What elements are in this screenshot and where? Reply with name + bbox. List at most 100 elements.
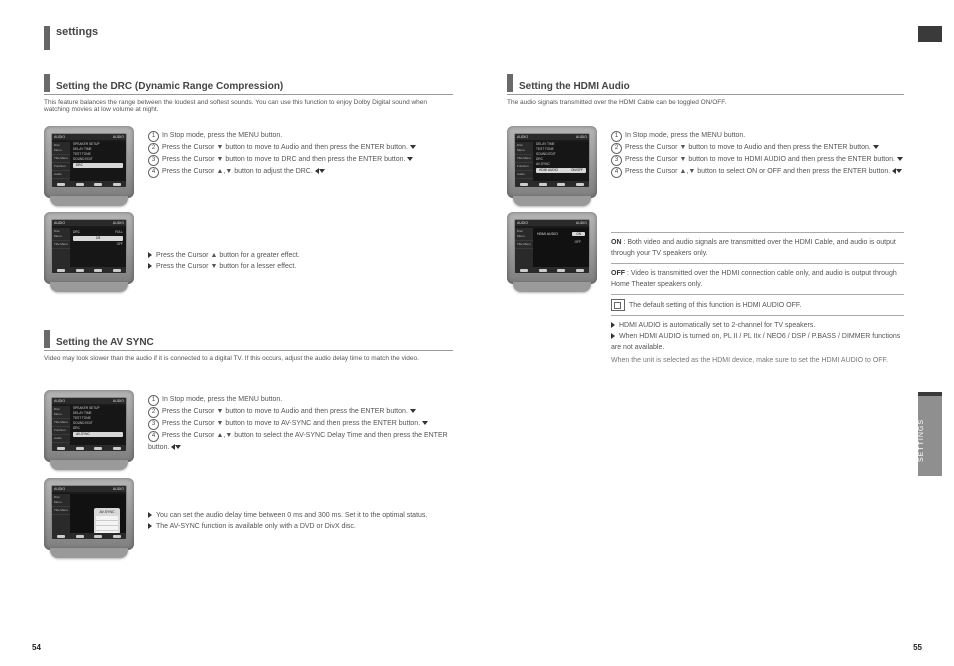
screen: AUDIO AUDIO Disc Menu Title Menu Functio…: [51, 133, 127, 188]
arrow-icon: [148, 512, 152, 518]
popup-title: HDMI AUDIO: [537, 232, 558, 236]
instructions-avsync: 1In Stop mode, press the MENU button. 2P…: [148, 394, 453, 453]
section-intro: Video may look slower than the audio if …: [44, 355, 453, 362]
section-tab-icon: [44, 74, 50, 92]
arrow-icon: [611, 333, 615, 339]
menu-row-highlight: DRC: [76, 163, 83, 168]
bullet: You can set the audio delay time between…: [148, 510, 453, 521]
instruction-bullets-avsync: You can set the audio delay time between…: [148, 510, 453, 532]
edge-tab-icon: [44, 26, 50, 50]
tv-screenshot-drc-menu: AUDIO AUDIO Disc Menu Title Menu Functio…: [44, 126, 134, 198]
bullet: The AV-SYNC function is available only w…: [148, 521, 453, 532]
menu-row: SOUND EDIT: [73, 157, 93, 162]
slider-bottom: OFF: [117, 242, 123, 247]
page-number-left: 54: [32, 643, 41, 652]
arrow-icon: [148, 252, 152, 258]
step: 4Press the Cursor ▲,▼ button to select t…: [148, 430, 453, 453]
step: 4Press the Cursor ▲,▼ button to adjust t…: [148, 166, 453, 178]
hdmi-options: ON : Both video and audio signals are tr…: [611, 228, 904, 366]
side-tab-label: SETTINGS: [918, 396, 925, 484]
tv-screenshot-avsync-menu: AUDIOAUDIO Disc Menu Title Menu Function…: [44, 390, 134, 462]
step: 4Press the Cursor ▲,▼ button to select O…: [611, 166, 904, 178]
instruction-bullets-drc: Press the Cursor ▲ button for a greater …: [148, 250, 453, 272]
option-row: ON : Both video and audio signals are tr…: [611, 237, 904, 259]
note-row: The default setting of this function is …: [611, 299, 904, 311]
screen: AUDIOAUDIO Disc Menu Title Menu HDMI AUD…: [514, 219, 590, 274]
section-hdmi: Setting the HDMI Audio The audio signals…: [507, 74, 904, 106]
popup-option-on: ON: [572, 232, 585, 236]
section-header: Setting the HDMI Audio: [507, 74, 904, 95]
section-avsync: Setting the AV SYNC Video may look slowe…: [44, 330, 453, 362]
chevron-down-icon: [319, 169, 325, 173]
step: 2Press the Cursor ▼ button to move to Au…: [148, 406, 453, 418]
screen-header-left: AUDIO: [54, 135, 65, 139]
section-title: Setting the HDMI Audio: [519, 81, 630, 92]
page-left: settings Setting the DRC (Dynamic Range …: [0, 0, 477, 666]
note-bullet: HDMI AUDIO is automatically set to 2-cha…: [611, 320, 904, 331]
section-header: Setting the DRC (Dynamic Range Compressi…: [44, 74, 453, 95]
section-tab-icon: [507, 74, 513, 92]
section-drc: Setting the DRC (Dynamic Range Compressi…: [44, 74, 453, 113]
sidebar-item: Audio: [52, 171, 70, 179]
page-number-right: 55: [913, 643, 922, 652]
instructions-drc: 1In Stop mode, press the MENU button. 2P…: [148, 130, 453, 178]
arrow-icon: [611, 322, 615, 328]
screen: AUDIOAUDIO Disc Menu Title Menu Function…: [514, 133, 590, 188]
step: 1In Stop mode, press the MENU button.: [148, 394, 453, 406]
step: 2Press the Cursor ▼ button to move to Au…: [611, 142, 904, 154]
arrow-icon: [148, 263, 152, 269]
step: 3Press the Cursor ▼ button to move to AV…: [148, 418, 453, 430]
tv-screenshot-hdmi-popup: AUDIOAUDIO Disc Menu Title Menu HDMI AUD…: [507, 212, 597, 284]
arrow-icon: [148, 523, 152, 529]
bullet: Press the Cursor ▼ button for a lesser e…: [148, 261, 453, 272]
page-right: SETTINGS Setting the HDMI Audio The audi…: [477, 0, 954, 666]
slider-title: DRC: [73, 230, 80, 235]
note-bullet: When the unit is selected as the HDMI de…: [611, 355, 904, 366]
screen-main: DRC FULL 2/8 OFF: [70, 228, 126, 267]
sidebar-item: Title Menu: [52, 155, 70, 163]
side-tab-cap-icon: [918, 392, 942, 396]
section-header: Setting the AV SYNC: [44, 330, 453, 351]
chevron-down-icon: [410, 409, 416, 413]
screen: AUDIOAUDIO Disc Menu Title Menu AV-SYNC: [51, 485, 127, 540]
bullet: Press the Cursor ▲ button for a greater …: [148, 250, 453, 261]
section-title: Setting the AV SYNC: [56, 337, 154, 348]
slider-top: FULL: [115, 230, 123, 235]
screen-header: AUDIO AUDIO: [52, 220, 126, 226]
tv-screenshot-hdmi-menu: AUDIOAUDIO Disc Menu Title Menu Function…: [507, 126, 597, 198]
chevron-down-icon: [896, 169, 902, 173]
tv-screenshot-avsync-popup: AUDIOAUDIO Disc Menu Title Menu AV-SYNC: [44, 478, 134, 550]
tv-screenshot-drc-slider: AUDIO AUDIO Disc Menu Title Menu DRC FUL…: [44, 212, 134, 284]
screen-header-right: AUDIO: [113, 135, 124, 139]
screen-main: SPEAKER SETUP DELAY TIME TEST TONE SOUND…: [70, 142, 126, 181]
screen: AUDIO AUDIO Disc Menu Title Menu DRC FUL…: [51, 219, 127, 274]
chevron-down-icon: [175, 445, 181, 449]
edge-tab-icon: [918, 26, 942, 42]
slider-mid: 2/8: [96, 236, 100, 241]
screen-sidebar: Disc Menu Title Menu: [52, 228, 70, 267]
chevron-down-icon: [873, 145, 879, 149]
step: 1In Stop mode, press the MENU button.: [611, 130, 904, 142]
section-intro: The audio signals transmitted over the H…: [507, 99, 904, 106]
manual-spread: settings Setting the DRC (Dynamic Range …: [0, 0, 954, 666]
sidebar-item: Disc Menu: [52, 142, 70, 155]
section-intro: This feature balances the range between …: [44, 99, 453, 113]
option-desc: Video is transmitted over the HDMI conne…: [611, 270, 897, 288]
step: 1In Stop mode, press the MENU button.: [148, 130, 453, 142]
chevron-down-icon: [422, 421, 428, 425]
note-icon: [611, 299, 625, 311]
screen-footer: [52, 181, 126, 187]
section-tab-icon: [44, 330, 50, 348]
step: 3Press the Cursor ▼ button to move to HD…: [611, 154, 904, 166]
note-bullet: When HDMI AUDIO is turned on, PL II / PL…: [611, 331, 904, 353]
page-heading: settings: [56, 26, 98, 38]
sidebar-item: Function: [52, 163, 70, 171]
chevron-down-icon: [407, 157, 413, 161]
chevron-down-icon: [897, 157, 903, 161]
popup-option-off: OFF: [571, 240, 585, 244]
screen: AUDIOAUDIO Disc Menu Title Menu Function…: [51, 397, 127, 452]
option-desc: Both video and audio signals are transmi…: [611, 239, 896, 257]
instructions-hdmi: 1In Stop mode, press the MENU button. 2P…: [611, 130, 904, 178]
step: 3Press the Cursor ▼ button to move to DR…: [148, 154, 453, 166]
screen-footer: [52, 267, 126, 273]
